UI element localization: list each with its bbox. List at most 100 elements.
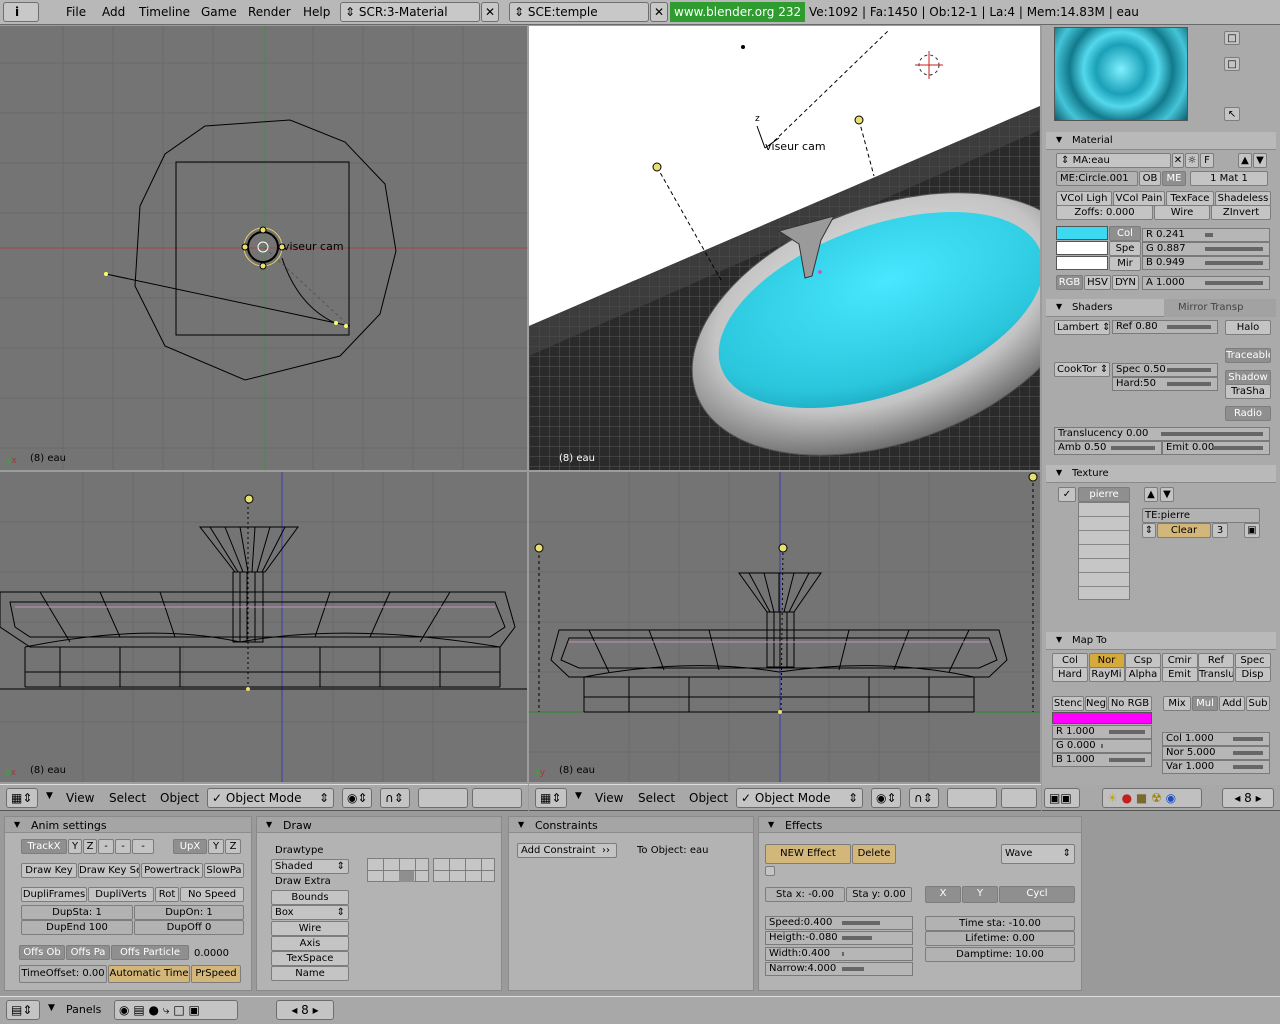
track-z-button[interactable]: Z: [83, 839, 97, 854]
norgb-toggle[interactable]: No RGB: [1108, 696, 1152, 711]
mapto-translu-toggle[interactable]: Translu: [1198, 667, 1234, 682]
mapto-alpha-toggle[interactable]: Alpha: [1125, 667, 1161, 682]
tex-move-down-icon[interactable]: ▼: [1160, 487, 1174, 502]
traceable-toggle[interactable]: Traceable: [1225, 348, 1271, 363]
object-menu[interactable]: Object: [160, 791, 199, 805]
add-constraint-button[interactable]: Add Constraint ››: [517, 843, 617, 858]
mapto-hard-toggle[interactable]: Hard: [1052, 667, 1088, 682]
collapse-triangle-icon[interactable]: ▼: [575, 791, 582, 801]
move-up-icon[interactable]: ▲: [1238, 153, 1252, 168]
translucency-slider[interactable]: Translucency 0.00: [1054, 427, 1270, 441]
vcol-paint-toggle[interactable]: VCol Pain: [1113, 191, 1165, 206]
shadow-toggle[interactable]: Shadow: [1225, 370, 1271, 385]
texture-car-icon[interactable]: ▣: [1244, 523, 1260, 538]
up-z-button[interactable]: Z: [225, 839, 241, 854]
texspace-toggle[interactable]: TexSpace: [271, 951, 349, 966]
blend-add[interactable]: Add: [1219, 696, 1245, 711]
texture-enable-checkbox[interactable]: ✓: [1058, 487, 1076, 502]
menu-help[interactable]: Help: [303, 5, 330, 19]
hsv-toggle[interactable]: HSV: [1084, 275, 1111, 290]
tex-move-up-icon[interactable]: ▲: [1144, 487, 1158, 502]
editor-type-grid-icon[interactable]: ▦⇕: [535, 788, 567, 808]
material-panel-title[interactable]: Material: [1046, 132, 1276, 150]
b-slider[interactable]: B 0.949: [1142, 256, 1270, 270]
menu-game[interactable]: Game: [201, 5, 237, 19]
panel-context-buttons[interactable]: ◉ ▤ ● ⤷ □ ▣: [114, 1000, 238, 1020]
draw-key-toggle[interactable]: Draw Key: [21, 863, 77, 878]
track-mz-button[interactable]: -: [132, 839, 154, 854]
menu-add[interactable]: Add: [102, 5, 125, 19]
track-mx-button[interactable]: -: [98, 839, 114, 854]
blend-sub[interactable]: Sub: [1246, 696, 1270, 711]
texture-browse-icon[interactable]: ⇕: [1142, 523, 1156, 538]
ob-link-button[interactable]: OB: [1139, 171, 1161, 186]
stay-field[interactable]: Sta y: 0.00: [846, 887, 912, 902]
vcol-light-toggle[interactable]: VCol Ligh: [1056, 191, 1112, 206]
ref-slider[interactable]: Ref 0.80: [1112, 320, 1218, 334]
amb-slider[interactable]: Amb 0.50: [1054, 441, 1162, 455]
viewport-bottom-right[interactable]: zy (8) eau: [529, 472, 1040, 782]
clear-texture-button[interactable]: Clear: [1157, 523, 1211, 538]
track-my-button[interactable]: -: [115, 839, 131, 854]
snap-magnet-icon[interactable]: ∩⇕: [380, 788, 410, 808]
lamp-icon[interactable]: ☀: [1107, 791, 1118, 805]
mir-button[interactable]: Mir: [1109, 256, 1141, 271]
preview-plane-icon[interactable]: □: [1224, 57, 1240, 71]
mapto-b-slider[interactable]: B 1.000: [1052, 753, 1152, 767]
halo-toggle[interactable]: Halo: [1225, 320, 1271, 335]
trackx-button[interactable]: TrackX: [21, 839, 67, 854]
object-icon[interactable]: ⤷: [163, 1003, 170, 1017]
automatic-time-button[interactable]: Automatic Time: [108, 965, 190, 983]
mapto-nor-toggle[interactable]: Nor: [1088, 653, 1125, 668]
spe-swatch[interactable]: [1056, 241, 1108, 255]
offs-ob-toggle[interactable]: Offs Ob: [19, 945, 65, 960]
fake-user-icon[interactable]: ☼: [1185, 153, 1199, 168]
damptime-field[interactable]: Damptime: 10.00: [925, 947, 1075, 962]
editor-type-grid-icon[interactable]: ▦⇕: [6, 788, 38, 808]
radiosity-icon[interactable]: ☢: [1151, 791, 1162, 805]
effects-title[interactable]: Effects: [759, 817, 1081, 833]
constraints-title[interactable]: Constraints: [509, 817, 753, 833]
neg-toggle[interactable]: Neg: [1085, 696, 1107, 711]
mesh-name-field[interactable]: ME:Circle.001: [1056, 171, 1138, 186]
shadeless-toggle[interactable]: Shadeless: [1215, 191, 1271, 206]
hard-slider[interactable]: Hard:50: [1112, 377, 1218, 391]
object-mode-selector[interactable]: ✓ Object Mode ⇕: [207, 788, 334, 808]
view-menu[interactable]: View: [66, 791, 94, 805]
mapto-col-slider[interactable]: Col 1.000: [1162, 732, 1270, 746]
trasha-toggle[interactable]: TraSha: [1225, 384, 1271, 399]
draw-mode-icon[interactable]: ◉⇕: [871, 788, 901, 808]
blend-mul[interactable]: Mul: [1192, 696, 1218, 711]
scene-selector[interactable]: ⇕ SCE:temple: [509, 2, 649, 22]
mapto-csp-toggle[interactable]: Csp: [1125, 653, 1161, 668]
slowpar-toggle[interactable]: SlowPa: [204, 863, 244, 878]
rot-toggle[interactable]: Rot: [155, 887, 179, 902]
emit-slider[interactable]: Emit 0.00: [1162, 441, 1270, 455]
spe-button[interactable]: Spe: [1109, 241, 1141, 256]
spec-slider[interactable]: Spec 0.50: [1112, 363, 1218, 377]
mapto-cmir-toggle[interactable]: Cmir: [1161, 653, 1198, 668]
nospeed-toggle[interactable]: No Speed: [180, 887, 244, 902]
drawtype-select[interactable]: Shaded ⇕: [271, 859, 349, 874]
delete-effect-button[interactable]: Delete: [852, 844, 896, 864]
screen-close-button[interactable]: ✕: [481, 2, 499, 22]
object-layers-2[interactable]: [433, 858, 495, 882]
draw-title[interactable]: Draw: [257, 817, 501, 833]
texture-panel-title[interactable]: Texture: [1046, 465, 1276, 483]
editor-type-icon[interactable]: ▤⇕: [6, 1000, 40, 1020]
offs-particle-toggle[interactable]: Offs Particle: [111, 945, 189, 960]
material-icon[interactable]: ●: [1122, 791, 1132, 805]
material-name-field[interactable]: ⇕ MA:eau: [1056, 153, 1171, 168]
r-slider[interactable]: R 0.241: [1142, 228, 1270, 242]
radio-toggle[interactable]: Radio: [1225, 406, 1271, 421]
texture-slots-empty[interactable]: [1078, 502, 1130, 600]
bounds-type-select[interactable]: Box ⇕: [271, 905, 349, 920]
view-menu[interactable]: View: [595, 791, 623, 805]
mapto-panel-title[interactable]: Map To: [1046, 632, 1276, 650]
diffuse-shader-select[interactable]: Lambert ⇕: [1054, 320, 1110, 335]
menu-timeline[interactable]: Timeline: [139, 5, 190, 19]
alpha-slider[interactable]: A 1.000: [1142, 276, 1270, 290]
preview-refresh-icon[interactable]: ↖: [1224, 107, 1240, 121]
collapse-triangle-icon[interactable]: ▼: [46, 791, 53, 801]
texface-toggle[interactable]: TexFace: [1166, 191, 1214, 206]
